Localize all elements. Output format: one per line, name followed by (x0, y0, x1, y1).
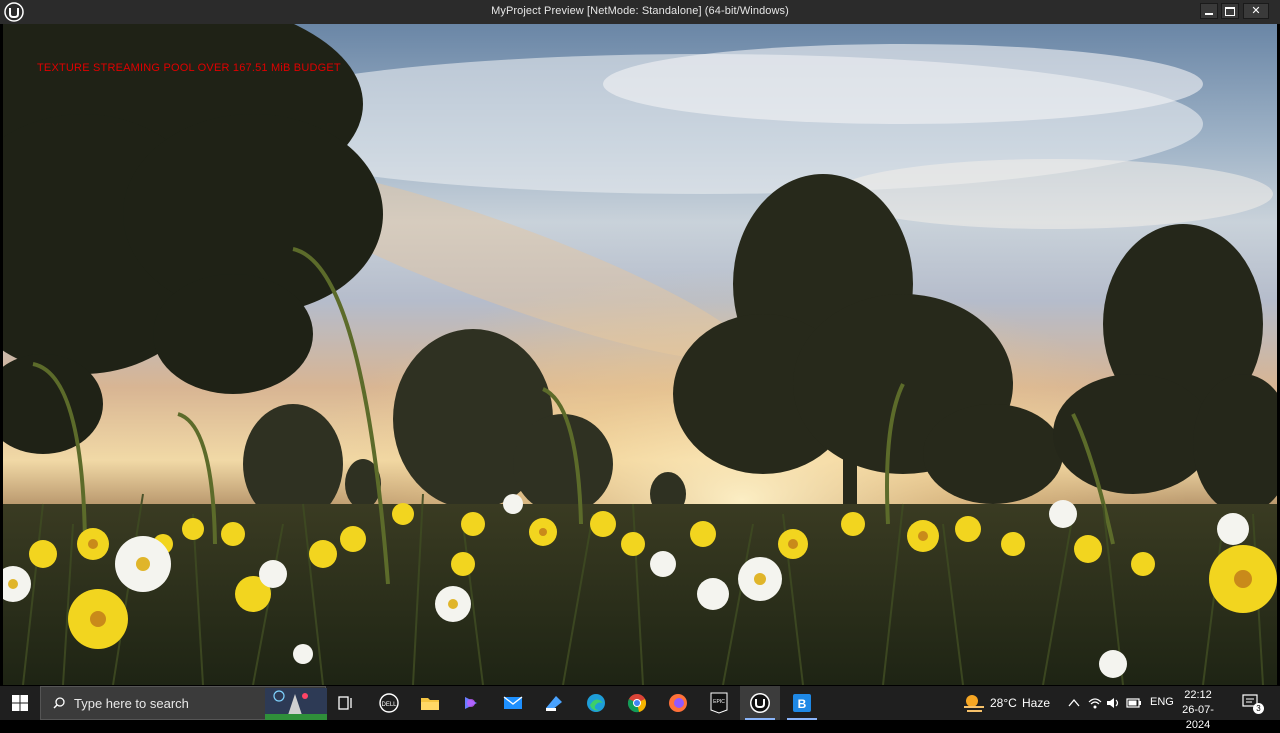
texture-streaming-warning: TEXTURE STREAMING POOL OVER 167.51 MiB B… (37, 62, 341, 74)
speaker-icon[interactable] (1106, 696, 1122, 710)
weather-temperature[interactable]: 28°C (990, 696, 1017, 710)
search-highlight-icon (265, 688, 327, 720)
chrome-icon[interactable] (626, 692, 648, 714)
maximize-button[interactable] (1221, 3, 1239, 19)
game-viewport[interactable]: TEXTURE STREAMING POOL OVER 167.51 MiB B… (3, 24, 1277, 685)
taskbar-search-box[interactable]: Type here to search (40, 686, 327, 720)
notification-count-badge: 3 (1253, 703, 1264, 714)
minimize-icon (1205, 13, 1213, 15)
window-title: MyProject Preview [NetMode: Standalone] … (491, 5, 789, 17)
mail-icon[interactable] (502, 692, 524, 714)
svg-text:B: B (798, 697, 807, 711)
store-icon[interactable] (543, 692, 565, 714)
battery-icon[interactable] (1126, 697, 1142, 709)
copilot-icon[interactable] (460, 692, 482, 714)
minimize-button[interactable] (1200, 3, 1218, 19)
search-placeholder: Type here to search (74, 696, 189, 711)
weather-description[interactable]: Haze (1022, 696, 1050, 710)
meadow-scene (3, 24, 1277, 685)
edge-icon[interactable] (585, 692, 607, 714)
firefox-icon[interactable] (667, 692, 689, 714)
file-explorer-icon[interactable] (419, 692, 441, 714)
notification-center-button[interactable]: 3 (1242, 694, 1264, 714)
svg-text:EPIC: EPIC (713, 699, 725, 705)
windows-logo-icon (12, 695, 28, 711)
dell-icon[interactable]: DELL (378, 692, 400, 714)
input-language[interactable]: ENG (1150, 696, 1174, 708)
chevron-up-icon[interactable] (1068, 698, 1080, 708)
wifi-icon[interactable] (1088, 696, 1102, 710)
clock-date: 26-07-2024 (1182, 704, 1214, 731)
start-button[interactable] (0, 686, 40, 720)
weather-sun-haze-icon[interactable] (962, 693, 986, 713)
windows-taskbar: Type here to search DELL EPIC B 28°C Haz… (0, 686, 1280, 731)
svg-text:DELL: DELL (381, 702, 397, 708)
maximize-icon (1225, 6, 1235, 16)
task-view-icon[interactable] (335, 692, 357, 714)
blue-app-icon[interactable]: B (787, 692, 817, 720)
epic-games-icon[interactable]: EPIC (708, 692, 730, 714)
taskbar-clock[interactable]: 22:12 26-07-2024 (1178, 688, 1218, 733)
search-icon (53, 697, 65, 709)
window-title-bar[interactable]: MyProject Preview [NetMode: Standalone] … (0, 0, 1280, 24)
unreal-engine-icon[interactable] (745, 692, 775, 720)
clock-time: 22:12 (1184, 689, 1212, 701)
close-icon: ✕ (1251, 4, 1261, 17)
close-button[interactable]: ✕ (1243, 3, 1269, 19)
